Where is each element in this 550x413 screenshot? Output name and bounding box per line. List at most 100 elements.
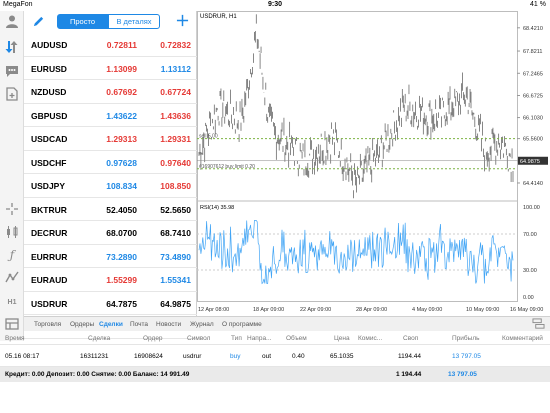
column-header[interactable]: Символ (187, 335, 210, 342)
terminal-layout-icon[interactable] (532, 317, 546, 330)
tab-terminal-1[interactable]: Ордеры (70, 321, 94, 328)
quote-symbol: BKTRUR (31, 204, 67, 215)
quote-symbol: USDJPY (31, 181, 66, 191)
tab-terminal-0[interactable]: Торговля (34, 321, 61, 328)
deal-direction: out (262, 353, 272, 360)
quote-row-bktrur[interactable]: BKTRUR 52.4050 52.5650 (24, 198, 197, 221)
tab-terminal-2[interactable]: Сделки (99, 321, 123, 328)
quote-row-usdcad[interactable]: USDCAD 1.29313 1.29331 (24, 127, 197, 151)
edit-pencil-icon[interactable] (32, 15, 46, 29)
table-row[interactable]: 05.16 08:17 16311231 16908624 usdrur buy out 0… (0, 345, 550, 367)
quote-bid: 0.97628 (106, 157, 137, 168)
add-symbol-icon[interactable] (176, 14, 190, 28)
time-tick: 10 May 09:00 (466, 307, 499, 313)
time-tick: 16 May 09:00 (510, 307, 543, 313)
quote-bid: 68.0700 (106, 228, 137, 238)
chat-icon[interactable] (4, 63, 20, 79)
deals-table-header: Время Сделка Ордер Символ Тип Напра... Объем Це… (0, 331, 550, 345)
column-header[interactable]: Своп (403, 335, 418, 342)
column-header[interactable]: Напра... (247, 335, 271, 342)
quote-bid: 1.55299 (106, 275, 137, 285)
clock: 9:30 (267, 1, 282, 8)
left-toolbar: ƒ H1 (0, 11, 24, 341)
column-header[interactable]: Цена (334, 335, 350, 342)
quote-ask: 108.850 (160, 181, 191, 191)
quote-symbol: USDCHF (31, 157, 67, 168)
tab-terminal-6[interactable]: О программе (222, 321, 262, 328)
quote-symbol: GBPUSD (31, 110, 68, 121)
tab-simple[interactable]: Просто (57, 14, 108, 29)
quote-symbol: DECRUR (31, 228, 68, 238)
deal-profit: 13 797.05 (452, 353, 481, 360)
quote-row-decrur[interactable]: DECRUR 68.0700 68.7410 (24, 221, 197, 245)
quote-ask: 1.13112 (160, 63, 191, 74)
objects-icon[interactable] (4, 269, 20, 285)
quote-symbol: USDRUR (31, 298, 68, 309)
quote-row-usdrur[interactable]: USDRUR 64.7875 64.9875 (24, 292, 197, 315)
new-document-icon[interactable] (4, 86, 20, 102)
battery-label: 41 % (530, 1, 546, 8)
quote-ask: 1.29331 (160, 134, 191, 144)
time-tick: 28 Apr 09:00 (356, 307, 387, 313)
column-header[interactable]: Время (5, 335, 25, 342)
column-header[interactable]: Прибыль (452, 335, 480, 342)
column-header[interactable]: Тип (231, 335, 242, 342)
chart-canvas[interactable]: USDRUR, H1 68.4210 67.8211 67.2465 66.6725 66… (197, 11, 550, 316)
column-header[interactable]: Комментарий (502, 335, 543, 342)
deal-volume: 0.40 (292, 353, 305, 360)
rsi-tick: 70.00 (523, 232, 537, 238)
quotes-header: Просто В деталях (24, 11, 197, 33)
quote-row-eurrur[interactable]: EURRUR 73.2890 73.4890 (24, 245, 197, 268)
quote-ask: 73.4890 (160, 251, 191, 262)
quote-row-audusd[interactable]: AUDUSD 0.72811 0.72832 (24, 33, 197, 57)
sell-level-label: sell 5.00 (199, 134, 218, 140)
toolbox-icon[interactable] (4, 316, 20, 332)
time-tick: 12 Apr 08:00 (198, 307, 229, 313)
quote-row-gbpusd[interactable]: GBPUSD 1.43622 1.43636 (24, 104, 197, 127)
column-header[interactable]: Ордер (143, 335, 163, 342)
quote-ask: 0.97640 (160, 157, 191, 168)
tab-terminal-5[interactable]: Журнал (190, 321, 214, 328)
rsi-label: RSI(14) 35.98 (200, 205, 234, 211)
tab-terminal-3[interactable]: Почта (130, 321, 148, 328)
price-tick: 66.1030 (523, 116, 543, 122)
quote-ask: 1.43636 (160, 110, 191, 121)
column-header[interactable]: Комис... (358, 335, 382, 342)
chart-type-icon[interactable] (4, 224, 20, 240)
summary-profit: 13 797.05 (448, 371, 477, 378)
deal-order: 16908624 (134, 353, 163, 360)
quote-row-euraud[interactable]: EURAUD 1.55299 1.55341 (24, 268, 197, 292)
deal-symbol: usdrur (183, 353, 202, 360)
price-tick: 66.6725 (523, 94, 543, 100)
quote-row-eurusd[interactable]: EURUSD 1.13099 1.13112 (24, 57, 197, 80)
summary-text: Кредит: 0.00 Депозит: 0.00 Снятие: 0.00 … (5, 371, 190, 378)
deal-price: 65.1035 (330, 353, 354, 360)
user-icon[interactable] (4, 13, 20, 29)
column-header[interactable]: Сделка (88, 335, 110, 342)
quotes-panel: Просто В деталях AUDUSD 0.72811 0.72832 EUR… (24, 11, 197, 339)
price-tick: 64.4140 (523, 181, 543, 187)
quote-ask: 0.67724 (160, 87, 191, 97)
indicators-icon[interactable]: ƒ (4, 247, 20, 263)
quote-ask: 0.72832 (160, 40, 191, 50)
rsi-tick: 0.00 (523, 295, 534, 301)
quote-bid: 1.13099 (106, 63, 137, 74)
timeframe-icon[interactable]: H1 (4, 294, 20, 310)
tab-detailed[interactable]: В деталях (108, 14, 160, 29)
crosshair-icon[interactable] (4, 201, 20, 217)
deal-time: 05.16 08:17 (5, 353, 40, 360)
quote-bid: 1.43622 (106, 110, 137, 121)
summary-swap: 1 194.44 (396, 371, 422, 378)
quote-row-usdjpy[interactable]: USDJPY 108.834 108.850 (24, 174, 197, 198)
column-header[interactable]: Объем (286, 335, 307, 342)
quote-bid: 0.72811 (106, 40, 137, 50)
tab-terminal-4[interactable]: Новости (156, 321, 181, 328)
quote-row-nzdusd[interactable]: NZDUSD 0.67692 0.67724 (24, 80, 197, 104)
quote-symbol: NZDUSD (31, 87, 67, 97)
price-chart[interactable]: USDRUR, H1 68.4210 67.8211 67.2465 66.6725 66… (197, 11, 550, 316)
quote-symbol: EURAUD (31, 275, 68, 285)
trade-arrows-icon[interactable] (4, 39, 20, 55)
price-tick: 68.4210 (523, 26, 543, 32)
quote-row-usdchf[interactable]: USDCHF 0.97628 0.97640 (24, 151, 197, 174)
rsi-tick: 30.00 (523, 268, 537, 274)
